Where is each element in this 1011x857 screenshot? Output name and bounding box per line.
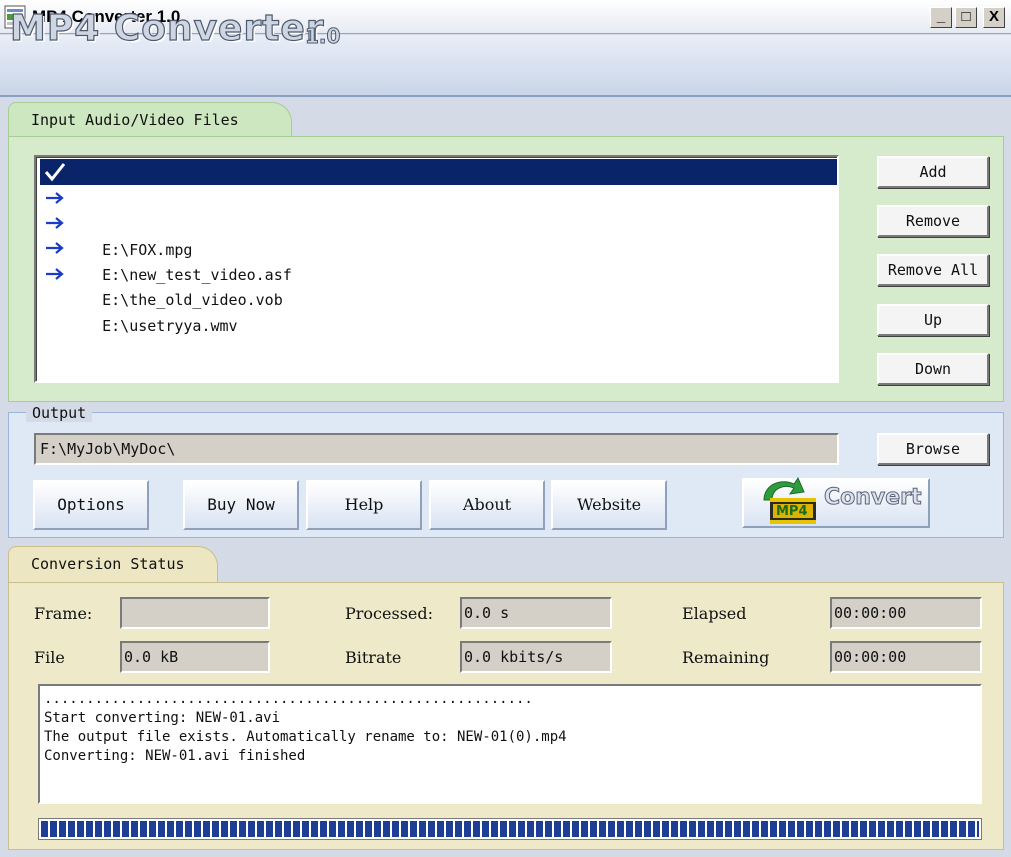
browse-button[interactable]: Browse	[877, 433, 989, 465]
website-button[interactable]: Website	[551, 480, 667, 530]
file-path: E:\usetryya.wmv	[102, 317, 238, 335]
bitrate-label: Bitrate	[345, 648, 402, 667]
file-size-label: File	[34, 648, 65, 667]
down-button[interactable]: Down	[877, 353, 989, 385]
file-list[interactable]: E:\NEW-01.avi E:\FOX.mpg E:\new_test_vid…	[34, 155, 839, 383]
conversion-status-tab[interactable]: Conversion Status	[8, 546, 218, 584]
buy-now-button[interactable]: Buy Now	[183, 480, 299, 530]
processed-label: Processed:	[345, 604, 433, 623]
add-button[interactable]: Add	[877, 156, 989, 188]
arrow-right-icon	[46, 192, 64, 204]
up-button[interactable]: Up	[877, 304, 989, 336]
output-legend: Output	[26, 404, 93, 422]
about-button[interactable]: About	[429, 480, 545, 530]
banner-title: MP4 Converter	[9, 7, 325, 49]
progress-fill	[41, 821, 979, 837]
file-path: E:\the_old_video.vob	[102, 291, 283, 309]
checkmark-icon	[44, 163, 66, 182]
mp4-convert-icon	[763, 476, 816, 524]
arrow-right-icon	[46, 268, 64, 280]
banner-version: 1.0	[304, 24, 341, 49]
arrow-right-icon	[46, 242, 64, 254]
progress-bar	[38, 818, 982, 840]
elapsed-field: 00:00:00	[830, 597, 982, 629]
convert-label: Convert	[824, 485, 923, 511]
remove-button[interactable]: Remove	[877, 205, 989, 237]
file-list-item[interactable]: E:\new_test_video.asf	[40, 210, 837, 284]
frame-field	[120, 597, 270, 629]
maximize-button[interactable]: □	[955, 7, 977, 28]
file-size-field: 0.0 kB	[120, 641, 270, 673]
file-list-item[interactable]: E:\the_old_video.vob	[40, 235, 837, 309]
output-path-field[interactable]: F:\MyJob\MyDoc\	[34, 433, 839, 465]
convert-button[interactable]: MP4 Convert	[742, 476, 930, 528]
processed-field: 0.0 s	[460, 597, 612, 629]
minimize-button[interactable]: _	[930, 7, 952, 28]
remaining-field: 00:00:00	[830, 641, 982, 673]
bitrate-field: 0.0 kbits/s	[460, 641, 612, 673]
options-button[interactable]: Options	[33, 480, 149, 530]
file-list-item[interactable]: E:\FOX.mpg	[40, 185, 837, 259]
input-files-tab[interactable]: Input Audio/Video Files	[8, 102, 292, 138]
arrow-right-icon	[46, 217, 64, 229]
remaining-label: Remaining	[682, 648, 770, 667]
help-button[interactable]: Help	[306, 480, 422, 530]
file-list-item[interactable]: E:\NEW-01.avi	[40, 159, 837, 233]
mp4-badge: MP4	[776, 504, 808, 519]
elapsed-label: Elapsed	[682, 604, 747, 623]
close-button[interactable]: X	[983, 7, 1005, 28]
file-list-item[interactable]: E:\usetryya.wmv	[40, 261, 837, 335]
frame-label: Frame:	[34, 604, 93, 623]
conversion-log[interactable]: ........................................…	[38, 684, 982, 804]
remove-all-button[interactable]: Remove All	[877, 254, 989, 286]
